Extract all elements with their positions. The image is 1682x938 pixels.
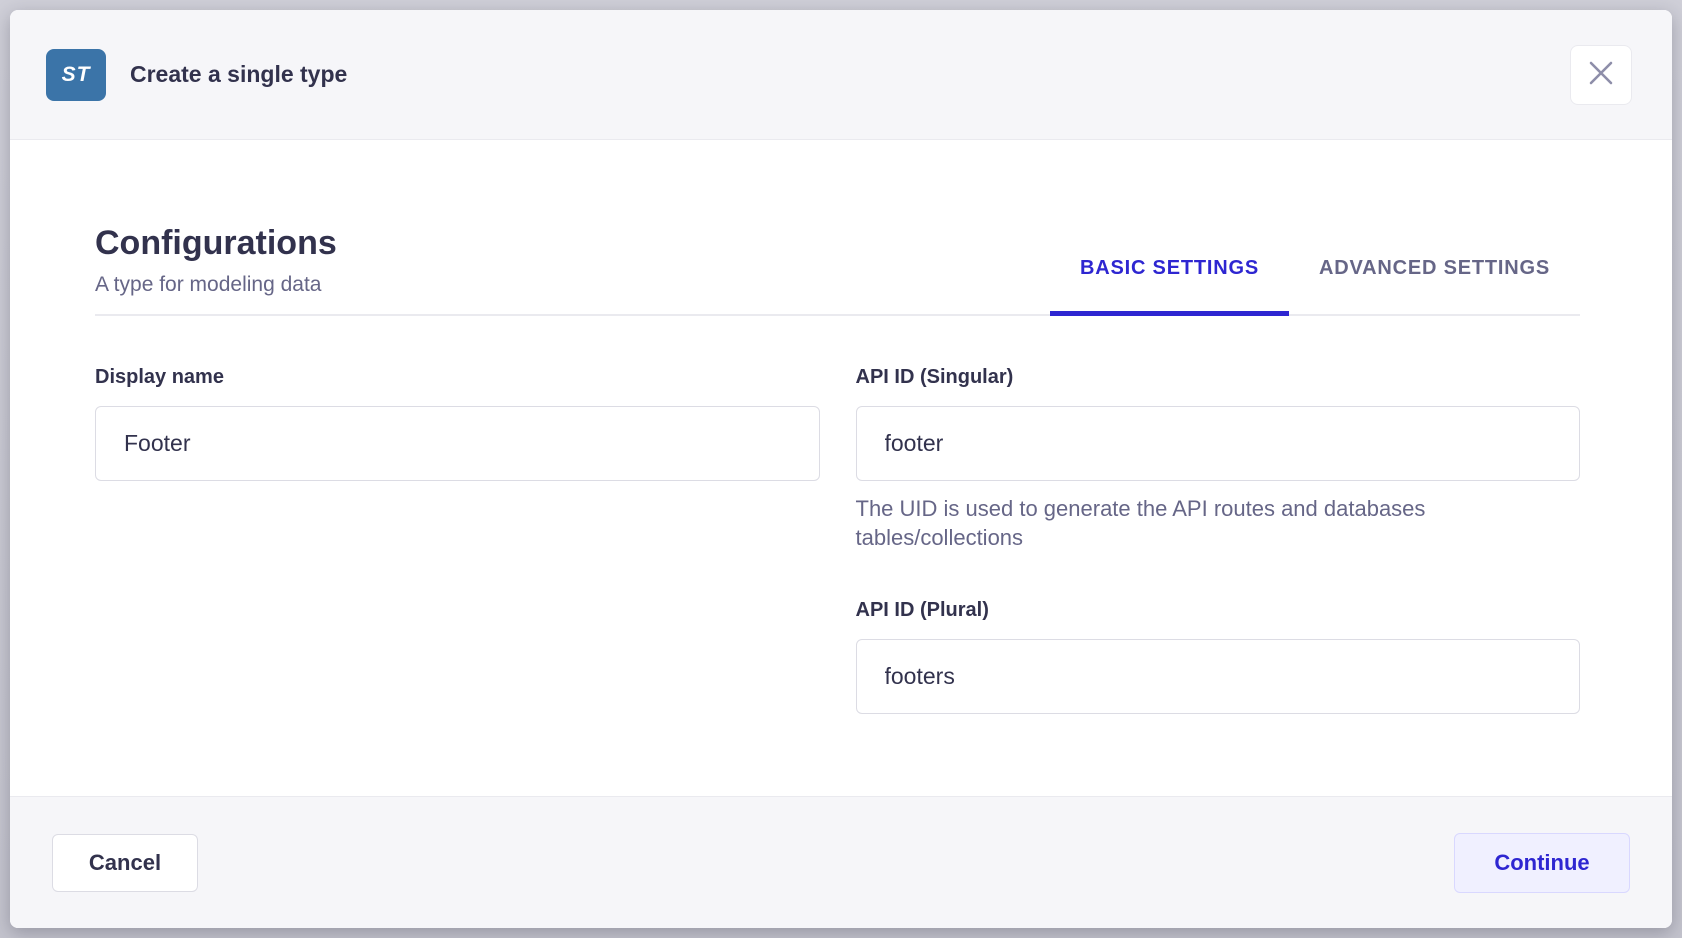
modal-title: Create a single type [130, 61, 347, 88]
modal-header-left: ST Create a single type [46, 49, 347, 101]
close-button[interactable] [1570, 45, 1632, 105]
section-subtitle: A type for modeling data [95, 273, 337, 297]
api-id-plural-field-group: API ID (Plural) [856, 599, 1581, 714]
api-id-plural-label: API ID (Plural) [856, 599, 1581, 622]
tab-advanced-settings[interactable]: ADVANCED SETTINGS [1289, 257, 1580, 314]
tab-basic-settings[interactable]: BASIC SETTINGS [1050, 257, 1289, 314]
form-column-left: Display name [95, 366, 820, 714]
api-id-singular-field-group: API ID (Singular) The UID is used to gen… [856, 366, 1581, 552]
single-type-badge-label: ST [62, 63, 91, 87]
single-type-badge: ST [46, 49, 106, 101]
api-id-singular-label: API ID (Singular) [856, 366, 1581, 389]
display-name-input[interactable] [95, 406, 820, 481]
close-icon [1588, 60, 1614, 89]
api-id-singular-hint: The UID is used to generate the API rout… [856, 494, 1581, 552]
modal-header: ST Create a single type [10, 10, 1672, 140]
modal-body: Configurations A type for modeling data … [10, 140, 1672, 796]
modal-footer: Cancel Continue [10, 796, 1672, 928]
cancel-button[interactable]: Cancel [52, 834, 198, 892]
settings-tabs: BASIC SETTINGS ADVANCED SETTINGS [1050, 257, 1580, 314]
display-name-field-group: Display name [95, 366, 820, 481]
section-title: Configurations [95, 224, 337, 263]
continue-button[interactable]: Continue [1454, 833, 1630, 893]
section-head: Configurations A type for modeling data … [95, 224, 1580, 316]
configuration-form: Display name API ID (Singular) The UID i… [95, 366, 1580, 714]
section-titles: Configurations A type for modeling data [95, 224, 337, 314]
api-id-singular-input[interactable] [856, 406, 1581, 481]
api-id-plural-input[interactable] [856, 639, 1581, 714]
form-column-right: API ID (Singular) The UID is used to gen… [856, 366, 1581, 714]
create-single-type-modal: ST Create a single type Configurations A… [10, 10, 1672, 928]
display-name-label: Display name [95, 366, 820, 389]
